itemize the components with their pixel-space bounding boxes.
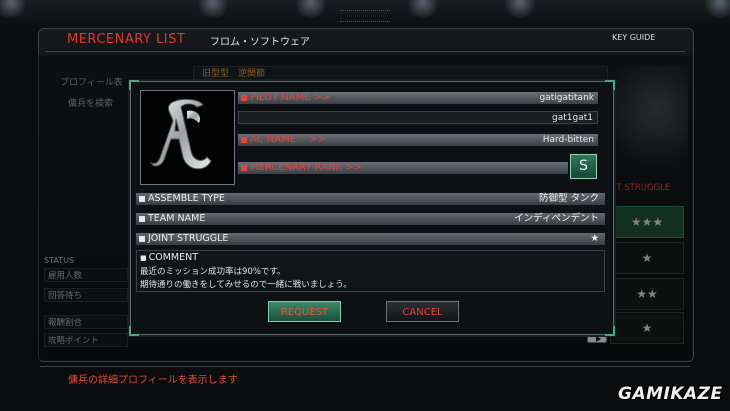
ac-name-label: AC NAME >> Hard-bitten: [238, 134, 598, 146]
dialog-corner: [129, 80, 139, 90]
joint-struggle-rating: ★: [590, 233, 599, 244]
ac-name-label-text: AC NAME >>: [250, 134, 327, 145]
key-guide-label: KEY GUIDE: [612, 32, 656, 42]
page-subtitle: フロム・ソフトウェア: [210, 37, 310, 48]
assemble-type-row: ASSEMBLE TYPE 防御型 タンク: [136, 193, 605, 205]
team-name-label: TEAM NAME: [148, 213, 206, 224]
pilot-name-label-text: PILOT NAME >>: [250, 92, 331, 103]
key-guide-button[interactable]: KEY GUIDE: [587, 32, 656, 343]
comment-label: COMMENT: [140, 252, 198, 263]
dialog-corner: [605, 80, 615, 90]
divider: [45, 51, 685, 52]
dialog-corner: [605, 326, 615, 336]
watermark-logo: GAMIKAZE: [618, 384, 723, 404]
pilot-name-label: PILOT NAME >> gatigatitank: [238, 92, 598, 104]
page-title: MERCENARY LIST: [67, 32, 186, 47]
mercenary-rank-badge: S: [570, 154, 597, 179]
mercenary-rank-label-text: MERCENARY RANK >>: [250, 162, 362, 173]
comment-line: 期待通りの働きをしてみせるので一緒に戦いましょう。: [140, 280, 352, 290]
cancel-button[interactable]: CANCEL: [386, 301, 459, 322]
joint-struggle-label: JOINT STRUGGLE: [148, 233, 229, 244]
request-button[interactable]: REQUEST: [268, 301, 341, 322]
assemble-type-value: 防御型 タンク: [538, 193, 599, 204]
mercenary-rank-label: MERCENARY RANK >>: [238, 162, 568, 174]
pilot-name-value: gatigatitank: [539, 93, 594, 103]
comment-line: 最近のミッション成功率は90%です。: [140, 267, 286, 277]
team-name-row: TEAM NAME インディペンデント: [136, 213, 605, 225]
joint-struggle-row: JOINT STRUGGLE ★: [136, 233, 605, 245]
pilot-id-field: gat1gat1: [238, 111, 598, 124]
dialog-corner: [129, 326, 139, 336]
assemble-type-label: ASSEMBLE TYPE: [148, 193, 225, 204]
emblem-icon: [140, 90, 235, 185]
help-text: 傭兵の詳細プロフィールを表示します: [68, 375, 238, 386]
team-name-value: インディペンデント: [514, 213, 599, 224]
frame-vent: [340, 10, 390, 22]
ac-name-value: Hard-bitten: [542, 135, 594, 145]
